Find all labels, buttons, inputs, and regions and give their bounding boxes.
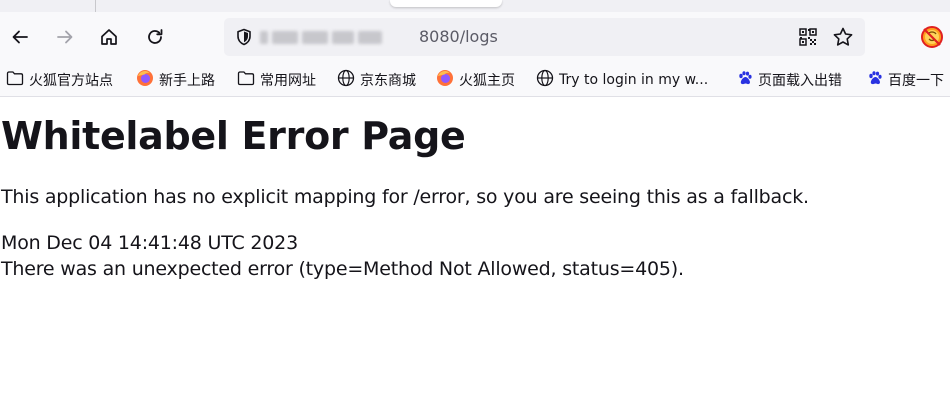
folder-icon [6, 70, 24, 90]
forward-arrow-icon [55, 27, 75, 47]
forward-button[interactable] [50, 22, 80, 52]
back-arrow-icon [10, 27, 30, 47]
bookmark-label: 页面载入出错 [758, 73, 842, 89]
bookmark-label: 火狐主页 [459, 73, 515, 89]
active-tab[interactable] [390, 0, 502, 7]
bookmark-label: 京东商城 [360, 73, 416, 89]
bookmark-folder-common-sites[interactable]: 常用网址 [237, 69, 316, 91]
tab-separator [95, 0, 96, 12]
home-button[interactable] [94, 22, 124, 52]
error-message: There was an unexpected error (type=Meth… [1, 258, 684, 280]
baidu-paw-icon [737, 70, 753, 90]
bookmark-label: 火狐官方站点 [29, 73, 113, 89]
folder-icon [237, 70, 255, 90]
reload-icon [145, 27, 165, 47]
bookmark-label: 新手上路 [159, 73, 215, 89]
page-content: Whitelabel Error Page This application h… [0, 97, 950, 406]
baidu-paw-icon [867, 70, 883, 90]
home-icon [99, 27, 119, 47]
bookmark-star-icon[interactable] [832, 26, 854, 52]
bookmark-jd-mall[interactable]: 京东商城 [337, 69, 416, 91]
bookmark-folder-firefox-official[interactable]: 火狐官方站点 [6, 69, 113, 91]
bookmark-page-load-error[interactable]: 页面载入出错 [737, 69, 842, 91]
error-description: This application has no explicit mapping… [1, 186, 809, 208]
tracking-protection-shield-icon[interactable] [234, 27, 254, 51]
extension-icon[interactable] [920, 25, 944, 49]
bookmark-label: 百度一下 [888, 73, 944, 89]
firefox-icon [436, 69, 454, 91]
bookmark-getting-started[interactable]: 新手上路 [136, 69, 215, 91]
error-timestamp: Mon Dec 04 14:41:48 UTC 2023 [1, 232, 298, 254]
bookmark-firefox-home[interactable]: 火狐主页 [436, 69, 515, 91]
page-title: Whitelabel Error Page [1, 114, 466, 158]
tab-strip [0, 0, 950, 12]
qr-code-icon[interactable] [798, 27, 818, 51]
bookmark-try-to-login[interactable]: Try to login in my w... [536, 69, 708, 91]
address-bar[interactable]: 8080/logs [224, 18, 865, 56]
url-host-redacted [260, 30, 384, 45]
back-button[interactable] [5, 22, 35, 52]
bookmark-label: 常用网址 [260, 73, 316, 89]
error-details: Mon Dec 04 14:41:48 UTC 2023 There was a… [1, 230, 950, 282]
firefox-icon [136, 69, 154, 91]
globe-icon [337, 69, 355, 91]
bookmark-label: Try to login in my w... [559, 72, 709, 88]
navigation-toolbar: 8080/logs [0, 12, 950, 64]
url-text[interactable]: 8080/logs [419, 27, 498, 46]
bookmark-baidu-search[interactable]: 百度一下 [867, 69, 944, 91]
bookmarks-toolbar: 火狐官方站点 新手上路 常用网址 京东商城 火狐主页 Try to login … [0, 64, 950, 97]
globe-icon [536, 69, 554, 91]
reload-button[interactable] [140, 22, 170, 52]
